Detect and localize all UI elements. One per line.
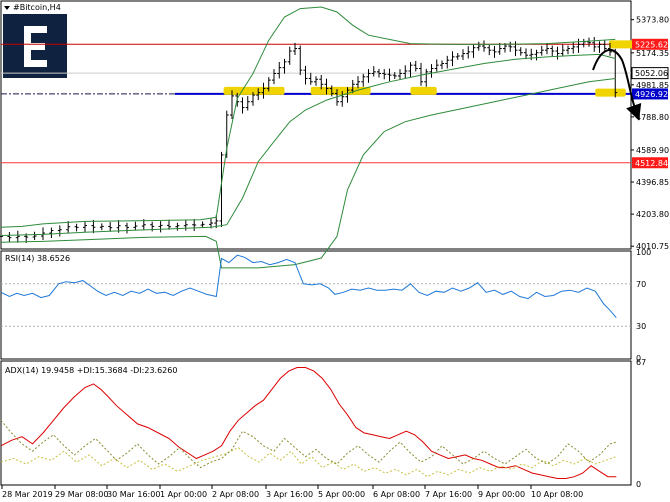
- adx-panel-title: ADX(14) 19.9458 +DI:15.3684 -DI:23.6260: [5, 366, 177, 375]
- time-tick-label: 2 Apr 08:00: [212, 490, 259, 499]
- price-panel-title: #Bitcoin,H4: [13, 3, 61, 12]
- time-axis: 28 Mar 2019 29 Mar 08:0030 Mar 16:00 1 Apr…: [1, 485, 583, 499]
- highlight-zone-3: [595, 88, 626, 97]
- adx-axis: 67 0: [636, 358, 646, 489]
- price-tick-label: 4396.85: [636, 178, 669, 187]
- adx-tick-label: 67: [636, 358, 646, 367]
- price-tick-label: 4589.90: [636, 146, 669, 155]
- highlight-zone-2: [410, 86, 437, 95]
- time-tick-label: 9 Apr 00:00: [478, 490, 525, 499]
- time-tick-label: 7 Apr 16:00: [425, 490, 472, 499]
- price-tick-label: 4788.80: [636, 113, 669, 122]
- adx-tick-label: 0: [636, 480, 641, 489]
- highlight-zone-0: [223, 86, 285, 95]
- highlight-zone-1: [310, 86, 371, 95]
- rsi-tick-label: 70: [636, 280, 646, 289]
- time-tick-label: 5 Apr 00:00: [318, 490, 365, 499]
- rsi-panel-title: RSI(14) 38.6526: [5, 254, 70, 263]
- level-label-2: 4926.92: [635, 90, 668, 99]
- rsi-tick-label: 100: [636, 248, 651, 257]
- price-panel-frame: [0, 0, 632, 250]
- time-tick-label: 3 Apr 16:00: [266, 490, 313, 499]
- time-tick-label: 1 Apr 00:00: [160, 490, 207, 499]
- time-tick-label: 10 Apr 08:00: [531, 490, 583, 499]
- time-tick-label: 30 Mar 16:00: [107, 490, 160, 499]
- time-tick-label: 29 Mar 08:00: [55, 490, 108, 499]
- price-tick-label: 4203.80: [636, 210, 669, 219]
- price-tick-label: 5373.80: [636, 16, 669, 25]
- rsi-tick-label: 30: [636, 322, 646, 331]
- rsi-panel-frame: [0, 250, 632, 360]
- price-tick-label: 5174.35: [636, 49, 669, 58]
- adx-panel-frame: [0, 360, 632, 486]
- chart-canvas: #Bitcoin,H4 RSI(14) 38.6526 ADX(14) 19.9…: [0, 0, 669, 499]
- level-label-0: 5225.62: [635, 40, 668, 49]
- level-label-1: 5052.06: [635, 69, 668, 78]
- time-tick-label: 6 Apr 08:00: [373, 490, 420, 499]
- rsi-axis: 10070300: [636, 248, 651, 363]
- level-label-3: 4512.84: [635, 159, 668, 168]
- time-tick-label: 28 Mar 2019: [2, 490, 53, 499]
- broker-logo: [3, 14, 67, 78]
- price-axis: 5373.805174.354981.854788.804589.904396.…: [631, 16, 669, 251]
